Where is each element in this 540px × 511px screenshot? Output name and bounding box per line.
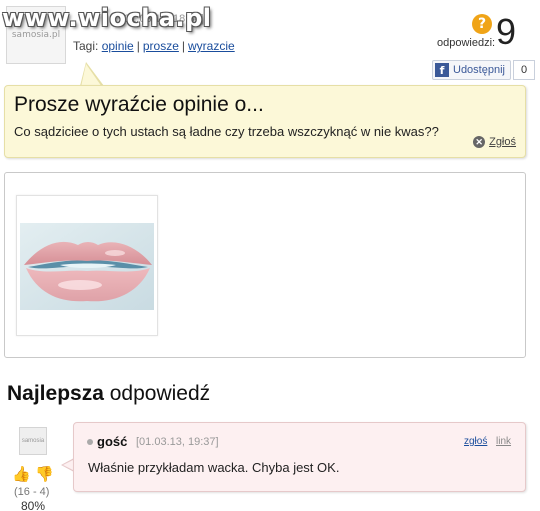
tag-separator: | — [136, 39, 140, 53]
question-image-thumbnail[interactable] — [16, 195, 158, 336]
answer-permalink[interactable]: link — [496, 436, 511, 447]
share-label: Udostępnij — [453, 64, 505, 76]
avatar-logo: samosia — [21, 438, 45, 444]
lips-illustration — [20, 223, 154, 310]
question-icon: ? — [472, 14, 492, 34]
tag-separator: | — [181, 39, 186, 53]
facebook-share-button[interactable]: f Udostępnij — [432, 60, 511, 80]
answer-date: [01.03.13, 19:37] — [136, 436, 219, 448]
share-count: 0 — [513, 60, 535, 80]
best-answer-heading: Najlepsza odpowiedź — [7, 382, 210, 406]
best-answer-heading-bold: Najlepsza — [7, 382, 104, 405]
tags-label: Tagi: — [73, 39, 99, 53]
answer-text: Właśnie przykładam wacka. Chyba jest OK. — [88, 460, 340, 475]
question-bubble: Prosze wyraźcie opinie o... Co sądziciee… — [4, 85, 526, 158]
tag-link-wyrazcie[interactable]: wyrazcie — [188, 39, 235, 53]
close-icon: ✕ — [473, 136, 486, 148]
lips-photo — [20, 223, 154, 310]
question-title: Prosze wyraźcie opinie o... — [14, 93, 264, 116]
status-dot-icon — [87, 439, 93, 445]
vote-counts: (16 - 4) — [14, 486, 50, 498]
thumbs-down-icon[interactable]: 👎 — [35, 465, 54, 483]
report-label: Zgłoś — [489, 136, 516, 148]
watermark: www.wiocha.pl — [2, 4, 212, 32]
facebook-icon: f — [435, 63, 449, 77]
thumbs-up-icon[interactable]: 👍 — [12, 465, 31, 483]
answers-label: odpowiedzi: — [437, 37, 496, 49]
best-answer-heading-rest: odpowiedź — [109, 382, 211, 405]
image-panel — [4, 172, 526, 358]
tag-link-opinie[interactable]: opinie — [102, 39, 134, 53]
answer-avatar[interactable]: samosia — [19, 427, 47, 455]
answers-count: 9 — [496, 11, 517, 52]
tag-link-prosze[interactable]: prosze — [143, 39, 179, 53]
answer-username[interactable]: gość — [97, 434, 127, 449]
tags-line: Tagi: opinie | prosze | wyrazcie — [73, 39, 235, 53]
vote-percent: 80% — [21, 499, 46, 511]
question-text: Co sądziciee o tych ustach są ładne czy … — [14, 124, 439, 139]
report-question-button[interactable]: ✕ Zgłoś — [473, 136, 516, 148]
answer-bubble: gość [01.03.13, 19:37] zgłoś link Właśni… — [73, 422, 526, 492]
report-answer-link[interactable]: zgłoś — [464, 436, 487, 447]
